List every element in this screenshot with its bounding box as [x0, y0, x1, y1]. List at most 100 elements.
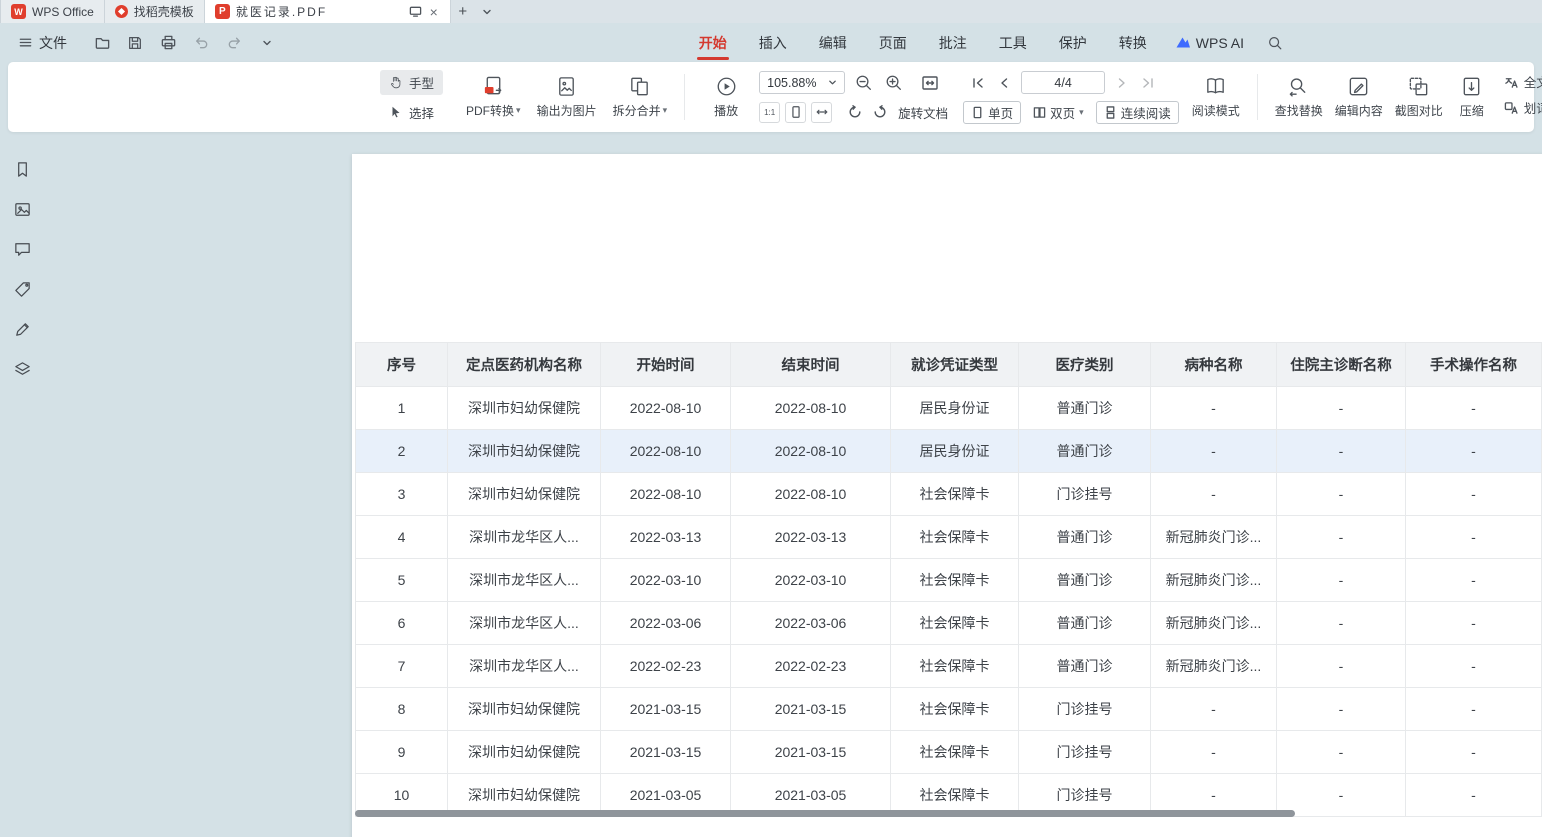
fit-page-icon[interactable]	[785, 102, 806, 123]
column-header: 手术操作名称	[1406, 343, 1542, 387]
table-cell: 社会保障卡	[891, 645, 1019, 688]
double-page-button[interactable]: 双页 ▾	[1026, 101, 1091, 124]
menubar: 文件 开始插入编辑页面批注工具保护转换	[0, 23, 1542, 62]
comment-panel-icon[interactable]	[9, 236, 35, 262]
split-window-icon[interactable]	[409, 5, 422, 18]
next-page-icon[interactable]	[1112, 73, 1132, 93]
open-file-icon[interactable]	[89, 30, 115, 56]
cursor-icon	[389, 105, 403, 119]
actual-size-button[interactable]: 1:1	[759, 102, 780, 123]
horizontal-scrollbar[interactable]	[355, 810, 1295, 817]
last-page-icon[interactable]	[1139, 73, 1159, 93]
first-page-icon[interactable]	[967, 73, 987, 93]
docer-tab-label: 找稻壳模板	[134, 3, 194, 20]
table-row: 2深圳市妇幼保健院2022-08-102022-08-10居民身份证普通门诊--…	[356, 430, 1542, 473]
screenshot-compare-button[interactable]: 截图对比	[1390, 72, 1448, 122]
table-cell: 社会保障卡	[891, 731, 1019, 774]
layers-panel-icon[interactable]	[9, 356, 35, 382]
edit-content-label: 编辑内容	[1335, 102, 1383, 119]
home-tab[interactable]: W WPS Office	[0, 0, 105, 23]
table-cell: -	[1277, 645, 1406, 688]
read-mode-button[interactable]: 阅读模式	[1187, 72, 1245, 122]
redo-icon[interactable]	[221, 30, 247, 56]
word-translate-button[interactable]: 划词翻译 ▾	[1504, 98, 1542, 117]
edit-content-button[interactable]: 编辑内容	[1330, 72, 1388, 122]
menu-tab-edit[interactable]: 编辑	[803, 24, 863, 62]
table-cell: 社会保障卡	[891, 688, 1019, 731]
table-row: 1深圳市妇幼保健院2022-08-102022-08-10居民身份证普通门诊--…	[356, 387, 1542, 430]
table-cell: -	[1277, 473, 1406, 516]
fit-width-icon[interactable]	[811, 102, 832, 123]
single-page-button[interactable]: 单页	[963, 101, 1021, 124]
document-tab[interactable]: P 就医记录.PDF ×	[205, 0, 451, 23]
export-image-label: 输出为图片	[537, 102, 597, 119]
table-cell: 门诊挂号	[1019, 731, 1151, 774]
export-image-button[interactable]: 输出为图片	[532, 72, 602, 122]
print-icon[interactable]	[155, 30, 181, 56]
rotate-left-icon[interactable]	[845, 102, 865, 122]
fit-window-icon[interactable]	[918, 71, 942, 95]
left-sidebar	[0, 132, 44, 837]
menu-tab-tools[interactable]: 工具	[983, 24, 1043, 62]
thumbnail-panel-icon[interactable]	[9, 196, 35, 222]
wps-ai-icon	[1175, 36, 1191, 49]
play-button[interactable]: 播放	[697, 72, 755, 122]
find-replace-button[interactable]: 查找替换	[1270, 72, 1328, 122]
rotate-doc-label[interactable]: 旋转文档	[898, 103, 948, 122]
menu-tab-convert[interactable]: 转换	[1103, 24, 1163, 62]
full-translate-button[interactable]: 全文翻译	[1504, 72, 1542, 91]
table-cell: 2021-03-15	[601, 731, 731, 774]
split-merge-button[interactable]: 拆分合并▾	[608, 72, 673, 122]
new-tab-button[interactable]: +	[451, 0, 475, 23]
save-icon[interactable]	[122, 30, 148, 56]
more-commands-chevron-icon[interactable]	[254, 30, 280, 56]
table-cell: 深圳市妇幼保健院	[448, 688, 601, 731]
tab-list-chevron-icon[interactable]	[475, 0, 499, 23]
table-cell: 普通门诊	[1019, 645, 1151, 688]
table-cell: -	[1277, 731, 1406, 774]
continuous-read-button[interactable]: 连续阅读	[1096, 101, 1179, 124]
signature-pen-icon[interactable]	[9, 316, 35, 342]
tag-panel-icon[interactable]	[9, 276, 35, 302]
table-cell: 新冠肺炎门诊...	[1151, 602, 1277, 645]
previous-page-icon[interactable]	[994, 73, 1014, 93]
play-icon	[715, 75, 738, 98]
chevron-down-icon: ▾	[663, 105, 668, 116]
rotate-right-icon[interactable]	[870, 102, 890, 122]
menu-tab-protect[interactable]: 保护	[1043, 24, 1103, 62]
docer-template-tab[interactable]: 找稻壳模板	[105, 0, 205, 23]
file-menu[interactable]: 文件	[10, 33, 75, 53]
compress-button[interactable]: 压缩	[1450, 72, 1494, 122]
menu-tab-comment[interactable]: 批注	[923, 24, 983, 62]
table-cell: -	[1277, 516, 1406, 559]
menu-tab-insert[interactable]: 插入	[743, 24, 803, 62]
hand-tool-button[interactable]: 手型	[380, 70, 443, 95]
chevron-down-icon: ▾	[1079, 107, 1084, 118]
column-header: 就诊凭证类型	[891, 343, 1019, 387]
table-cell: 社会保障卡	[891, 516, 1019, 559]
search-icon[interactable]	[1262, 30, 1288, 56]
menu-tab-page[interactable]: 页面	[863, 24, 923, 62]
zoom-in-icon[interactable]	[882, 71, 905, 94]
pdf-convert-button[interactable]: PDF转换▾	[461, 72, 526, 122]
edit-tools-group: 查找替换 编辑内容 截图对比 压缩	[1270, 72, 1542, 122]
double-page-label: 双页	[1050, 103, 1075, 122]
table-cell: 2022-08-10	[731, 430, 891, 473]
chevron-down-icon	[828, 78, 837, 87]
pdf-convert-icon	[482, 75, 505, 98]
table-cell: 2022-08-10	[601, 473, 731, 516]
menu-tab-home[interactable]: 开始	[683, 24, 743, 62]
zoom-out-icon[interactable]	[852, 71, 875, 94]
undo-icon[interactable]	[188, 30, 214, 56]
record-table-head-row: 序号定点医药机构名称开始时间结束时间就诊凭证类型医疗类别病种名称住院主诊断名称手…	[356, 343, 1542, 387]
close-tab-icon[interactable]: ×	[428, 4, 440, 20]
select-tool-button[interactable]: 选择	[380, 100, 443, 125]
table-row: 9深圳市妇幼保健院2021-03-152021-03-15社会保障卡门诊挂号--…	[356, 731, 1542, 774]
wps-ai-button[interactable]: WPS AI	[1163, 35, 1256, 51]
bookmark-icon[interactable]	[9, 156, 35, 182]
table-cell: -	[1277, 774, 1406, 817]
table-cell: -	[1406, 516, 1542, 559]
page-indicator-input[interactable]	[1021, 71, 1105, 94]
zoom-select[interactable]: 105.88%	[759, 71, 845, 94]
table-cell: 2022-03-06	[601, 602, 731, 645]
